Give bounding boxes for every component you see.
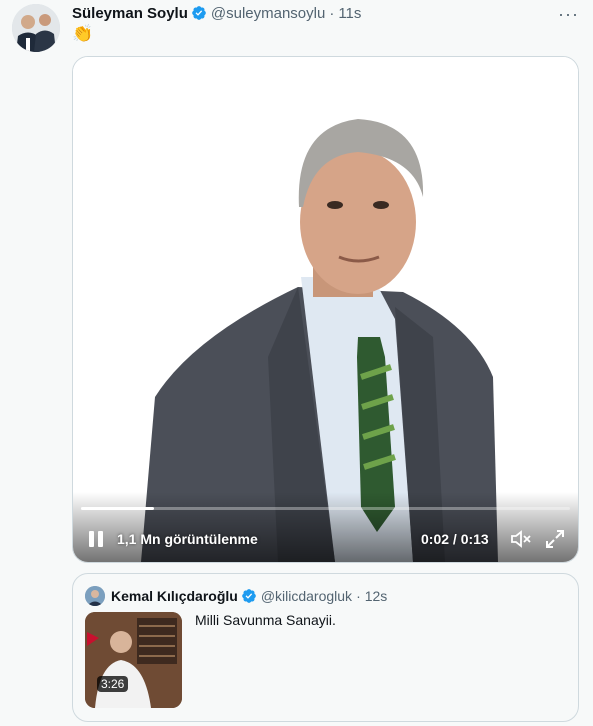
video-progress-fill bbox=[81, 507, 155, 510]
quoted-tweet-header: Kemal Kılıçdaroğlu @kilicdarogluk · 12s bbox=[85, 586, 387, 606]
separator-dot: · bbox=[356, 588, 361, 604]
pause-icon[interactable] bbox=[87, 529, 105, 549]
tweet[interactable]: Süleyman Soylu @suleymansoylu · 11s ··· … bbox=[0, 0, 593, 726]
tweet-timestamp[interactable]: 11s bbox=[338, 5, 361, 22]
tweet-text: 👏 bbox=[72, 24, 94, 43]
fullscreen-icon[interactable] bbox=[545, 529, 565, 549]
quoted-tweet[interactable]: Kemal Kılıçdaroğlu @kilicdarogluk · 12s … bbox=[72, 573, 579, 722]
quoted-author-handle: @kilicdarogluk bbox=[260, 588, 353, 604]
view-count: 1,1 Mn görüntülenme bbox=[117, 531, 258, 547]
separator-dot: · bbox=[329, 4, 335, 22]
author-name[interactable]: Süleyman Soylu bbox=[72, 5, 188, 22]
quoted-tweet-text: Milli Savunma Sanayii. bbox=[195, 612, 336, 628]
video-controls-overlay bbox=[73, 492, 578, 562]
verified-badge-icon bbox=[191, 5, 207, 21]
video-time: 0:02 / 0:13 bbox=[421, 531, 489, 547]
author-handle[interactable]: @suleymansoylu bbox=[211, 5, 325, 22]
quoted-video-thumbnail[interactable]: 3:26 bbox=[85, 612, 182, 708]
quoted-video-duration: 3:26 bbox=[97, 676, 129, 692]
video-frame bbox=[73, 57, 578, 562]
author-avatar[interactable] bbox=[12, 4, 60, 52]
verified-badge-icon bbox=[241, 588, 257, 604]
more-options-icon[interactable]: ··· bbox=[558, 4, 579, 25]
quoted-author-name: Kemal Kılıçdaroğlu bbox=[111, 588, 238, 604]
video-progress-bar[interactable] bbox=[81, 507, 570, 510]
quoted-tweet-timestamp: 12s bbox=[364, 588, 388, 604]
mute-icon[interactable] bbox=[510, 529, 532, 549]
video-player[interactable]: 1,1 Mn görüntülenme 0:02 / 0:13 bbox=[72, 56, 579, 563]
quoted-author-avatar bbox=[85, 586, 105, 606]
tweet-header: Süleyman Soylu @suleymansoylu · 11s bbox=[72, 3, 553, 23]
